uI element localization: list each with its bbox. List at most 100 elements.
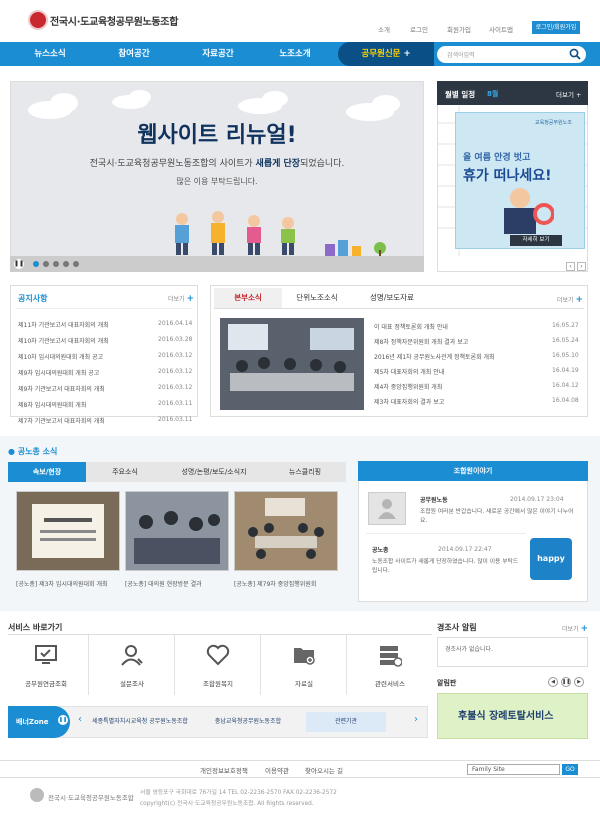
- union-news-title: ● 공노총 소식: [8, 446, 57, 457]
- list-item-date: 2016.03.12: [158, 384, 193, 391]
- list-item[interactable]: 제5차 대표자회의 개최 안내: [374, 367, 539, 376]
- news-more-link[interactable]: 더보기 +: [557, 295, 583, 305]
- notice-more-link[interactable]: 더보기 +: [168, 294, 194, 304]
- slide-dot[interactable]: [63, 261, 69, 267]
- list-item[interactable]: 제8차 임시대의원대회 개최: [18, 400, 148, 409]
- meeting-photo-illustration: [220, 318, 364, 410]
- list-item[interactable]: 2016년 제1차 공무원노사관계 정책토론회 개최: [374, 352, 539, 361]
- chevron-left-icon[interactable]: ‹: [566, 262, 575, 271]
- list-item[interactable]: 제9차 기관보고서 대표자회의 개최: [18, 384, 148, 393]
- popup-line2: 휴가 떠나세요!: [463, 168, 552, 184]
- footer-link-terms[interactable]: 이용약관: [265, 765, 289, 775]
- user-icon: [121, 645, 143, 666]
- tab-main-news[interactable]: 주요소식: [86, 462, 164, 482]
- list-item[interactable]: 제3차 대표자회의 결과 보고: [374, 397, 539, 406]
- story-date: 2014.09.17 22:47: [438, 546, 492, 553]
- site-title[interactable]: 전국시·도교육청공무원노동조합: [50, 13, 178, 28]
- family-site-go-button[interactable]: GO: [562, 764, 578, 775]
- nav-item-news[interactable]: 뉴스소식: [8, 42, 92, 66]
- divider: [16, 308, 192, 309]
- service-label: 자료실: [295, 680, 313, 688]
- people-illustration: [175, 211, 295, 255]
- list-item-date: 16.04.08: [552, 397, 579, 404]
- list-item-date: 16.05.24: [552, 337, 579, 344]
- slide-dot[interactable]: [73, 261, 79, 267]
- list-item[interactable]: 제9차 임시대의원대회 개최 공고: [18, 368, 148, 377]
- meeting-photo-illustration: [235, 492, 337, 570]
- banner-line1-bold: 새롭게 단장: [255, 159, 301, 169]
- story-date: 2014.09.17 23:04: [510, 496, 564, 503]
- story-author[interactable]: 공노총: [372, 545, 389, 554]
- service-label: 설문조사: [120, 680, 144, 688]
- news-thumb-caption[interactable]: [공노총] 제79차 중앙집행위원회: [234, 579, 338, 588]
- bullet-icon: ●: [8, 447, 15, 456]
- tab-statements[interactable]: 성명/보도자료: [352, 288, 432, 308]
- slide-dot[interactable]: [43, 261, 49, 267]
- nav-item-about[interactable]: 노조소개: [256, 42, 334, 66]
- document-photo-illustration: [32, 504, 104, 558]
- tab-clipping[interactable]: 뉴스클리핑: [264, 462, 346, 482]
- tab-hq-news[interactable]: 본부소식: [214, 288, 282, 308]
- list-item[interactable]: 제4차 중앙집행위원회 개최: [374, 382, 539, 391]
- pause-icon[interactable]: ❚❚: [14, 259, 24, 269]
- top-link-intro[interactable]: 소개: [378, 24, 390, 34]
- slide-dot[interactable]: [33, 261, 39, 267]
- chevron-right-icon[interactable]: ›: [414, 714, 418, 725]
- monitor-icon: [35, 645, 57, 664]
- happy-badge[interactable]: happy: [530, 538, 572, 580]
- calendar-more-link[interactable]: 더보기 +: [556, 89, 581, 99]
- search-icon[interactable]: [569, 48, 581, 60]
- news-thumb-caption[interactable]: [공노총] 제3차 임시대의원대회 개최: [16, 579, 120, 588]
- footer-link-directions[interactable]: 찾아오시는 길: [305, 765, 343, 775]
- footer-logo-icon: [30, 788, 44, 802]
- list-item[interactable]: 제11차 기관보고서 대표자회의 개최: [18, 320, 148, 329]
- tab-breaking[interactable]: 속보/현장: [8, 462, 86, 482]
- list-item-date: 2016.03.12: [158, 352, 193, 359]
- nav-item-newspaper[interactable]: 공무원신문 +: [338, 42, 434, 66]
- top-link-login[interactable]: 로그인: [410, 24, 428, 34]
- chevron-right-icon[interactable]: ▶: [574, 677, 584, 687]
- popup-detail-button[interactable]: 자세히 보기: [510, 235, 562, 246]
- tab-statements-union[interactable]: 성명/논평/보도/소식지: [164, 462, 264, 482]
- story-text[interactable]: 조합원 여러분 반갑습니다. 새로운 공간에서 많은 이야기 나누어요.: [420, 508, 580, 526]
- people-photo-illustration: [126, 492, 228, 570]
- search-placeholder: 검색어입력: [447, 52, 475, 59]
- calendar-title: 월별 일정: [445, 90, 476, 99]
- union-news-title-text: 공노총 소식: [17, 447, 58, 456]
- news-thumb-caption[interactable]: [공노총] 대의원 현장방문 결과: [125, 579, 229, 588]
- banner-line1-pre: 전국시·도교육청공무원노동조합의 사이트가: [89, 159, 256, 169]
- pause-icon[interactable]: ❚❚: [58, 715, 68, 725]
- notice-title: 공지사항: [18, 294, 48, 303]
- story-text[interactable]: 노동조합 사이트가 새롭게 단장하였습니다. 많이 이용 부탁드립니다.: [372, 558, 522, 576]
- family-site-select[interactable]: Family Site: [467, 764, 560, 775]
- union-logo-icon[interactable]: [28, 10, 48, 30]
- slide-dot[interactable]: [53, 261, 59, 267]
- banner-line1-post: 되었습니다.: [300, 159, 345, 169]
- login-button[interactable]: 로그인/회원가입: [532, 21, 580, 34]
- list-item[interactable]: 제10차 임시대의원대회 개최 공고: [18, 352, 148, 361]
- list-item[interactable]: 제10차 기관보고서 대표자회의 개최: [18, 336, 148, 345]
- popup-line1: 올 여름 안경 벗고: [463, 153, 531, 163]
- partner-banner[interactable]: 세종특별자치시교육청 공무원노동조합: [90, 712, 190, 732]
- list-item[interactable]: 제7차 기관보고서 대표자회의 개최: [18, 416, 148, 425]
- nav-item-resources[interactable]: 자료공간: [176, 42, 260, 66]
- partner-banner[interactable]: 충남교육청공무원노동조합: [196, 712, 300, 732]
- chevron-left-icon[interactable]: ◀: [548, 677, 558, 687]
- notice-board-text: 후불식 장례토탈서비스: [458, 711, 554, 722]
- list-item[interactable]: 이 대표 정책토론회 개최 안내: [374, 322, 539, 331]
- nav-item-participate[interactable]: 참여공간: [92, 42, 176, 66]
- member-story-box: [358, 461, 588, 602]
- top-link-join[interactable]: 회원가입: [447, 24, 471, 34]
- chevron-right-icon[interactable]: ›: [577, 262, 586, 271]
- list-item-date: 2016.04.14: [158, 320, 193, 327]
- list-item[interactable]: 제8차 정책자문위원회 개최 결과 보고: [374, 337, 539, 346]
- chevron-left-icon[interactable]: ‹: [78, 714, 82, 725]
- top-link-sitemap[interactable]: 사이트맵: [489, 24, 513, 34]
- story-author[interactable]: 공무원노동: [420, 495, 448, 504]
- condolence-more-link[interactable]: 더보기 +: [562, 624, 588, 634]
- list-item-date: 2016.03.11: [158, 400, 193, 407]
- tab-unit-news[interactable]: 단위노조소식: [282, 288, 352, 308]
- partner-banner[interactable]: 관련기관: [306, 712, 386, 732]
- footer-link-privacy[interactable]: 개인정보보호정책: [200, 765, 248, 775]
- pause-icon[interactable]: ❚❚: [561, 677, 571, 687]
